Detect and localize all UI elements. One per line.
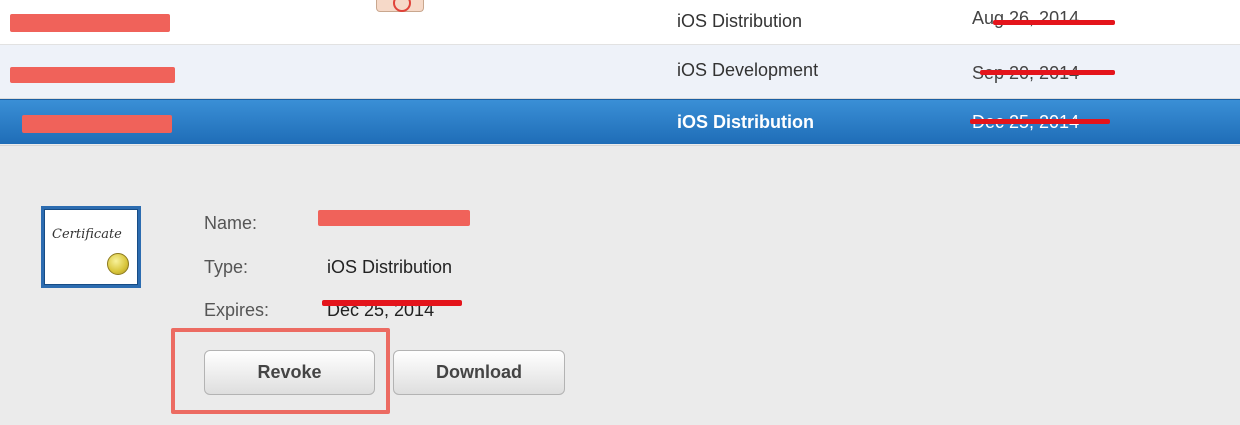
table-row-selected[interactable]: iOS Distribution Dec 25, 2014 — [0, 99, 1240, 144]
type-value: iOS Distribution — [327, 257, 453, 277]
table-row[interactable]: iOS Development Sep 20, 2014 — [0, 45, 1240, 99]
certificate-type: iOS Distribution — [677, 112, 814, 132]
badge-icon — [376, 0, 424, 12]
type-label: Type: — [204, 257, 249, 277]
expires-redaction — [322, 300, 462, 306]
certificate-name-redacted — [10, 10, 170, 32]
name-value-redacted — [318, 210, 470, 226]
name-label: Name: — [204, 213, 258, 233]
seal-icon — [107, 253, 129, 275]
certificate-expiry: Aug 26, 2014 — [972, 8, 1080, 28]
certificate-type: iOS Distribution — [677, 11, 803, 31]
certificate-details-panel: Certificate Name: Type: iOS Distribution… — [0, 145, 1240, 425]
certificate-icon-text: Certificate — [52, 227, 122, 242]
expires-label: Expires: — [204, 300, 270, 320]
certificate-type: iOS Development — [677, 60, 819, 80]
certificate-name-redacted — [10, 110, 172, 133]
certificate-name-redacted — [10, 55, 175, 83]
certificate-icon: Certificate — [41, 206, 141, 288]
expiry-redaction — [970, 119, 1110, 124]
certificates-table: iOS Distribution Aug 26, 2014 iOS Develo… — [0, 0, 1240, 144]
expiry-redaction — [980, 70, 1115, 75]
download-button[interactable]: Download — [393, 350, 565, 395]
expiry-redaction — [993, 20, 1115, 25]
revoke-button[interactable]: Revoke — [204, 350, 375, 395]
table-row[interactable]: iOS Distribution Aug 26, 2014 — [0, 0, 1240, 45]
